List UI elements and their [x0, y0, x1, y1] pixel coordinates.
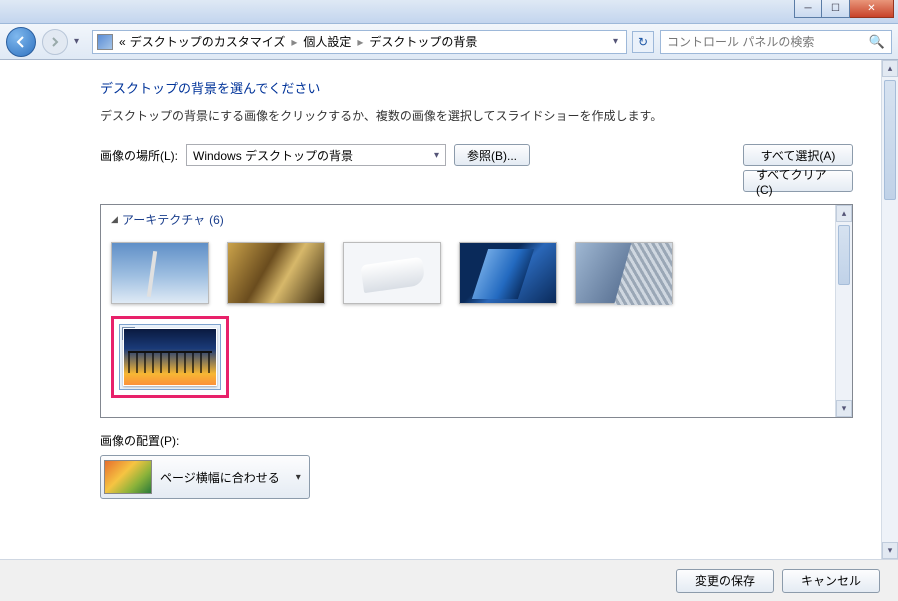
location-label: 画像の場所(L):	[100, 147, 178, 164]
page-title: デスクトップの背景を選んでください	[100, 78, 853, 97]
forward-button[interactable]	[42, 29, 68, 55]
cancel-button[interactable]: キャンセル	[782, 569, 880, 593]
chevron-right-icon: ▸	[291, 35, 297, 49]
wallpaper-thumbnail-selected[interactable]: ✓	[119, 324, 221, 390]
wallpaper-preview-icon	[123, 328, 217, 386]
navigation-bar: ▾ « デスクトップのカスタマイズ ▸ 個人設定 ▸ デスクトップの背景 ▾ ↻…	[0, 24, 898, 60]
select-all-button[interactable]: すべて選択(A)	[743, 144, 853, 166]
position-value: ページ横幅に合わせる	[160, 469, 280, 486]
scroll-down-button[interactable]: ▾	[882, 542, 898, 559]
position-select[interactable]: ページ横幅に合わせる ▾	[100, 455, 310, 499]
search-icon: 🔍	[869, 34, 885, 50]
scrollbar-thumb[interactable]	[838, 225, 850, 285]
clear-all-button[interactable]: すべてクリア(C)	[743, 170, 853, 192]
arrow-left-icon	[14, 35, 28, 49]
position-label: 画像の配置(P):	[100, 432, 853, 449]
back-button[interactable]	[6, 27, 36, 57]
scroll-up-button[interactable]: ▴	[836, 205, 852, 222]
chevron-down-icon: ▾	[434, 150, 439, 161]
footer-bar: 変更の保存 キャンセル	[0, 559, 898, 601]
chevron-down-icon: ▾	[296, 472, 301, 483]
scroll-down-button[interactable]: ▾	[836, 400, 852, 417]
wallpaper-thumbnail[interactable]	[459, 242, 557, 304]
scrollbar-thumb[interactable]	[884, 80, 896, 200]
control-panel-icon	[97, 34, 113, 50]
close-button[interactable]: ✕	[850, 0, 894, 18]
wallpaper-thumbnail[interactable]	[575, 242, 673, 304]
group-name: アーキテクチャ	[122, 211, 205, 228]
arrow-right-icon	[49, 36, 61, 48]
page-description: デスクトップの背景にする画像をクリックするか、複数の画像を選択してスライドショー…	[100, 107, 853, 124]
location-value: Windows デスクトップの背景	[193, 147, 353, 164]
breadcrumb-item[interactable]: デスクトップのカスタマイズ	[130, 33, 286, 50]
window-titlebar: ─ ☐ ✕	[0, 0, 898, 24]
highlighted-selection: ✓	[111, 316, 229, 398]
location-select[interactable]: Windows デスクトップの背景 ▾	[186, 144, 446, 166]
search-placeholder: コントロール パネルの検索	[667, 33, 814, 50]
save-button[interactable]: 変更の保存	[676, 569, 774, 593]
chevron-right-icon: ▸	[357, 35, 363, 49]
maximize-button[interactable]: ☐	[822, 0, 850, 18]
wallpaper-thumbnail[interactable]	[227, 242, 325, 304]
address-dropdown[interactable]: ▾	[609, 36, 622, 47]
breadcrumb-item[interactable]: デスクトップの背景	[369, 33, 477, 50]
gallery-scrollbar[interactable]: ▴ ▾	[835, 205, 852, 417]
position-preview-icon	[104, 460, 152, 494]
search-input[interactable]: コントロール パネルの検索 🔍	[660, 30, 892, 54]
scroll-up-button[interactable]: ▴	[882, 60, 898, 77]
wallpaper-thumbnail[interactable]	[111, 242, 209, 304]
wallpaper-thumbnail[interactable]	[343, 242, 441, 304]
nav-history-dropdown[interactable]: ▾	[74, 36, 86, 47]
wallpaper-gallery: ◢ アーキテクチャ (6) ✓	[100, 204, 853, 418]
browse-button[interactable]: 参照(B)...	[454, 144, 530, 166]
address-bar[interactable]: « デスクトップのカスタマイズ ▸ 個人設定 ▸ デスクトップの背景 ▾	[92, 30, 627, 54]
collapse-triangle-icon: ◢	[111, 214, 118, 225]
breadcrumb-item[interactable]: 個人設定	[303, 33, 351, 50]
group-header[interactable]: ◢ アーキテクチャ (6)	[111, 211, 825, 228]
minimize-button[interactable]: ─	[794, 0, 822, 18]
refresh-button[interactable]: ↻	[632, 31, 654, 53]
group-count: (6)	[209, 213, 224, 227]
breadcrumb-prefix: «	[119, 35, 126, 49]
window-scrollbar[interactable]: ▴ ▾	[881, 60, 898, 559]
content-pane: デスクトップの背景を選んでください デスクトップの背景にする画像をクリックするか…	[0, 60, 881, 559]
